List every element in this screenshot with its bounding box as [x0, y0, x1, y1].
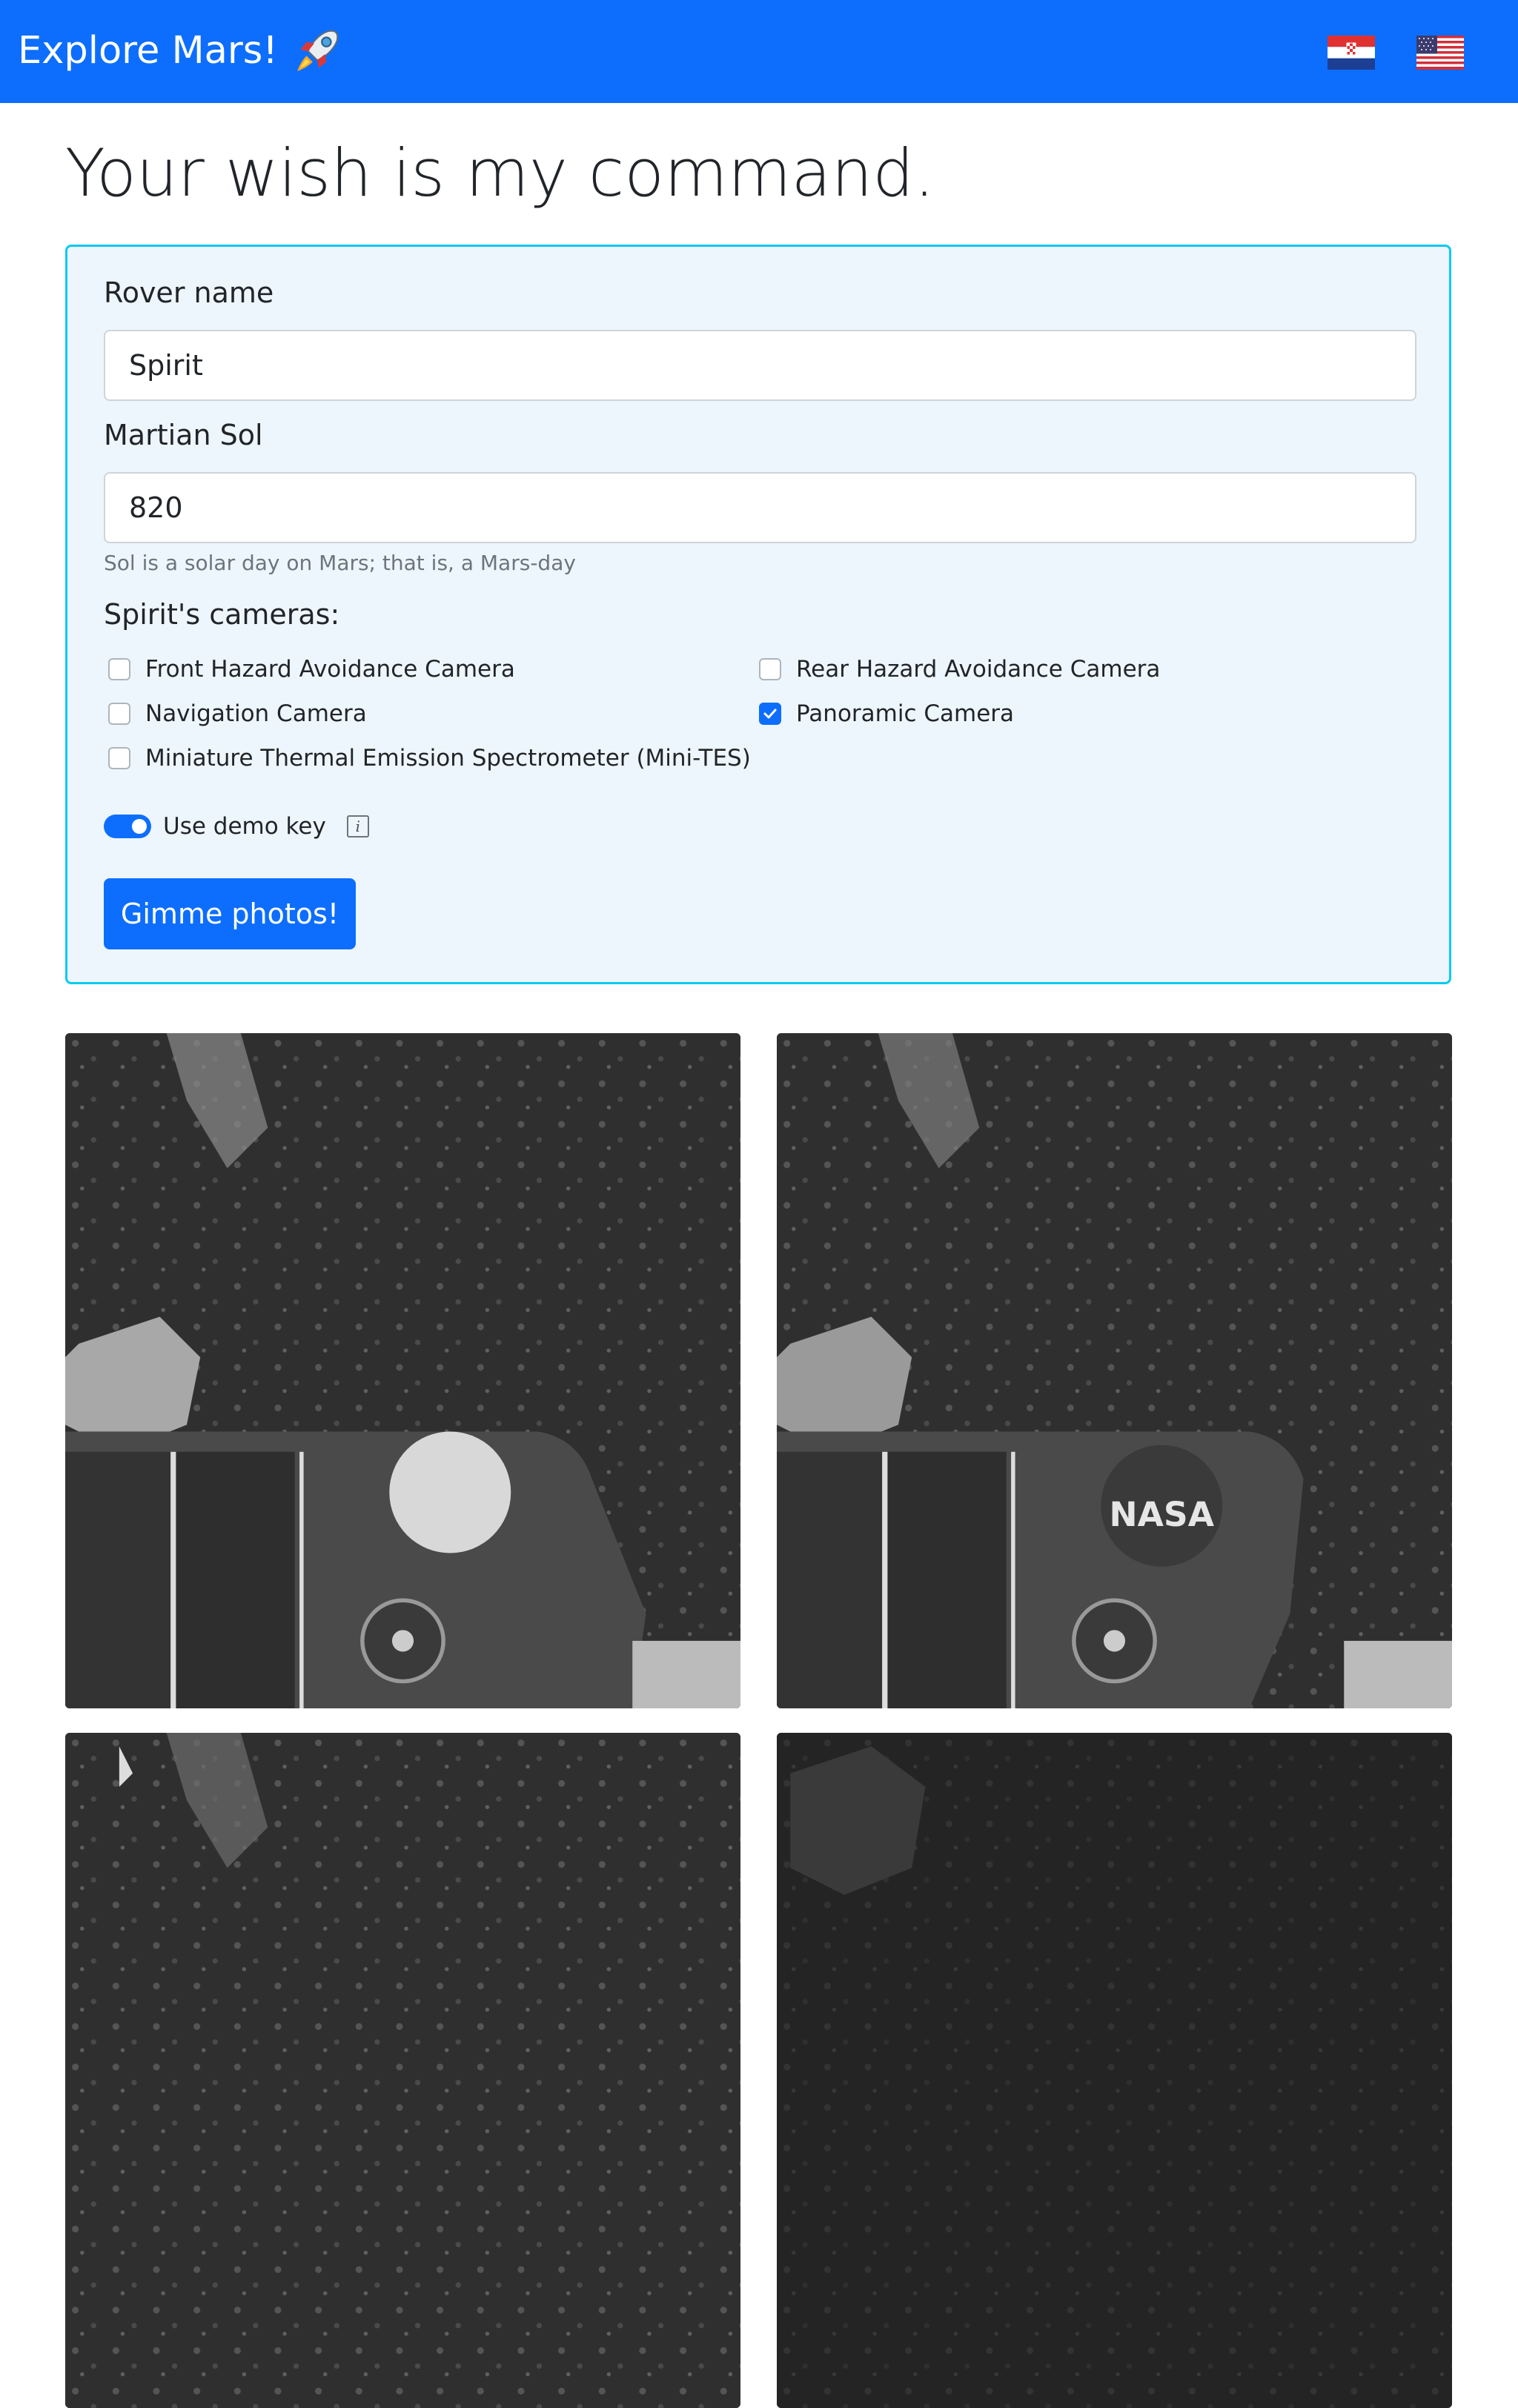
- gimme-photos-button[interactable]: Gimme photos!: [104, 878, 356, 949]
- camera-checkbox-checked[interactable]: [759, 703, 781, 725]
- rover-name-input[interactable]: Spirit: [104, 330, 1416, 401]
- page-title: Your wish is my command.: [65, 135, 935, 211]
- info-icon[interactable]: i: [346, 815, 369, 838]
- camera-checkbox[interactable]: [108, 703, 130, 725]
- demo-key-label: Use demo key: [163, 813, 326, 840]
- demo-key-toggle[interactable]: [104, 815, 151, 838]
- brand-title: Explore Mars!: [18, 29, 278, 73]
- camera-option-label: Navigation Camera: [145, 700, 367, 727]
- camera-option-label: Miniature Thermal Emission Spectrometer …: [145, 745, 751, 772]
- camera-option-label: Front Hazard Avoidance Camera: [145, 656, 515, 683]
- camera-checkbox[interactable]: [108, 658, 130, 680]
- mars-photo[interactable]: NASA: [777, 1033, 1452, 1708]
- usa-flag-icon[interactable]: [1416, 36, 1464, 70]
- camera-checkbox[interactable]: [759, 658, 781, 680]
- camera-option-pancam[interactable]: Panoramic Camera: [759, 697, 1014, 730]
- martian-sol-input[interactable]: 820: [104, 472, 1416, 543]
- rocket-icon: [293, 27, 342, 76]
- croatia-flag-icon[interactable]: [1328, 36, 1375, 70]
- sol-help-text: Sol is a solar day on Mars; that is, a M…: [104, 551, 576, 575]
- camera-option-minites[interactable]: Miniature Thermal Emission Spectrometer …: [108, 742, 751, 775]
- camera-option-fhaz[interactable]: Front Hazard Avoidance Camera: [108, 653, 515, 686]
- search-form-panel: Rover name Spirit Martian Sol 820 Sol is…: [65, 245, 1451, 984]
- camera-option-navcam[interactable]: Navigation Camera: [108, 697, 367, 730]
- camera-option-rhaz[interactable]: Rear Hazard Avoidance Camera: [759, 653, 1160, 686]
- mars-photo[interactable]: [65, 1733, 740, 2408]
- mars-photo[interactable]: [65, 1033, 740, 1708]
- check-icon: [763, 709, 777, 719]
- camera-option-label: Rear Hazard Avoidance Camera: [796, 656, 1161, 683]
- rover-name-label: Rover name: [104, 276, 274, 309]
- mars-photo[interactable]: [777, 1733, 1452, 2408]
- camera-option-label: Panoramic Camera: [796, 700, 1015, 727]
- cameras-label: Spirit's cameras:: [104, 598, 340, 631]
- navbar: Explore Mars!: [0, 0, 1518, 103]
- demo-key-row: Use demo key i: [104, 810, 369, 843]
- svg-text:NASA: NASA: [1110, 1495, 1215, 1534]
- camera-checkbox[interactable]: [108, 747, 130, 769]
- brand-link[interactable]: Explore Mars!: [18, 24, 342, 78]
- martian-sol-label: Martian Sol: [104, 419, 263, 451]
